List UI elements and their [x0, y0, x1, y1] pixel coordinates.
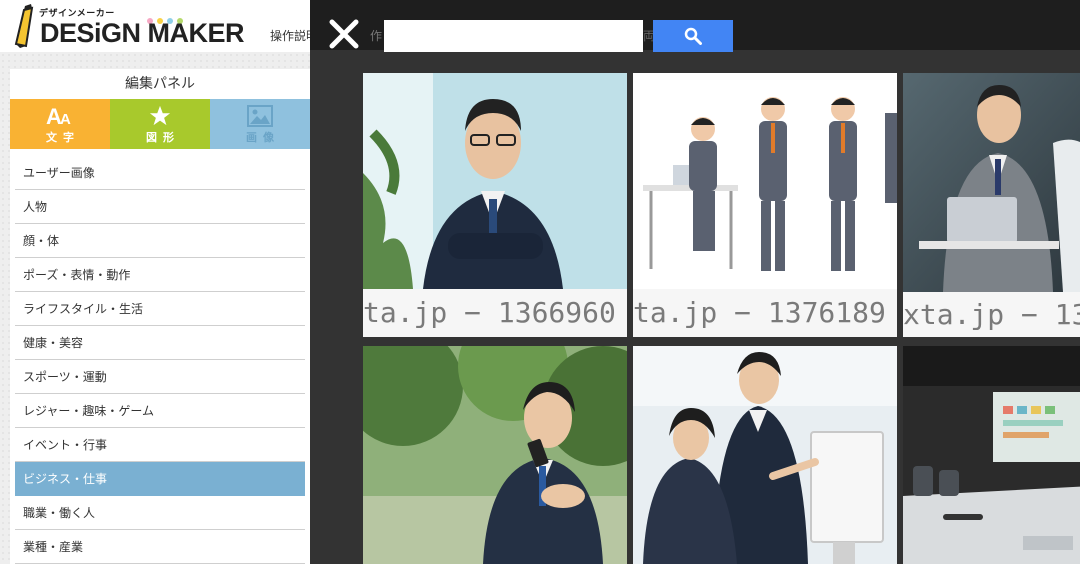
watermark-text: ta.jp − 1366960: [363, 289, 627, 337]
app-header: デザインメーカー DESiGN MAKER 操作説明を: [0, 0, 310, 52]
search-button[interactable]: [653, 20, 733, 52]
tab-shape-label: 図形: [146, 130, 180, 144]
category-item[interactable]: 顔・体: [15, 224, 305, 258]
category-item[interactable]: ポーズ・表情・動作: [15, 258, 305, 292]
star-icon: [149, 104, 171, 128]
help-link[interactable]: 操作説明を: [270, 27, 310, 44]
image-search-overlay: 作 両 ta.jp − 1366960 ta.jp − 1376189 xta.…: [310, 0, 1080, 564]
logo-wordmark: DESiGN MAKER: [40, 18, 245, 48]
illustration-business-people: [633, 73, 897, 289]
panel-tabs: A A 文字 図形 画像: [10, 99, 310, 149]
search-input[interactable]: [384, 20, 643, 52]
panel-title: 編集パネル: [125, 76, 195, 92]
category-list: ユーザー画像 人物 顔・体 ポーズ・表情・動作 ライフスタイル・生活 健康・美容…: [15, 156, 305, 564]
photo-conference-room: [903, 346, 1080, 564]
tab-text-label: 文字: [46, 130, 80, 144]
image-icon: [247, 104, 273, 128]
category-item[interactable]: スポーツ・運動: [15, 360, 305, 394]
category-item[interactable]: 人物: [15, 190, 305, 224]
text-aa-icon: A A: [46, 104, 74, 128]
category-item[interactable]: ユーザー画像: [15, 156, 305, 190]
category-item[interactable]: レジャー・趣味・ゲーム: [15, 394, 305, 428]
category-item[interactable]: 健康・美容: [15, 326, 305, 360]
tab-image[interactable]: 画像: [210, 99, 310, 149]
close-button[interactable]: [326, 16, 362, 52]
result-thumbnail[interactable]: ta.jp − 1376189: [633, 73, 897, 337]
result-thumbnail[interactable]: [903, 346, 1080, 564]
category-item[interactable]: 職業・働く人: [15, 496, 305, 530]
watermark-text: xta.jp − 1354: [903, 292, 1080, 337]
result-thumbnail[interactable]: ta.jp − 1366960: [363, 73, 627, 337]
svg-text:A: A: [60, 111, 71, 127]
photo-colleagues-monitor: [633, 346, 897, 564]
photo-businessman: [363, 73, 627, 289]
pencil-logo-icon: [14, 4, 34, 48]
tab-text[interactable]: A A 文字: [10, 99, 110, 149]
photo-businessman-laptop: [903, 73, 1080, 292]
search-icon: [684, 27, 702, 45]
category-item[interactable]: イベント・行事: [15, 428, 305, 462]
watermark-text: ta.jp − 1376189: [633, 289, 897, 337]
result-thumbnail[interactable]: [363, 346, 627, 564]
result-thumbnail[interactable]: [633, 346, 897, 564]
tab-shape[interactable]: 図形: [110, 99, 210, 149]
photo-businessman-smartphone: [363, 346, 627, 564]
design-maker-logo[interactable]: デザインメーカー DESiGN MAKER: [12, 4, 260, 48]
category-item-active[interactable]: ビジネス・仕事: [15, 462, 305, 496]
close-icon: [329, 19, 359, 49]
category-item[interactable]: ライフスタイル・生活: [15, 292, 305, 326]
edit-panel: 編集パネル A A 文字 図形 画像 ユーザー画像 人物 顔・体 ポーズ・表情・…: [10, 69, 310, 564]
category-item[interactable]: 業種・産業: [15, 530, 305, 564]
tab-image-label: 画像: [246, 130, 280, 144]
background-text: 作: [370, 29, 383, 43]
result-thumbnail[interactable]: xta.jp − 1354: [903, 73, 1080, 337]
